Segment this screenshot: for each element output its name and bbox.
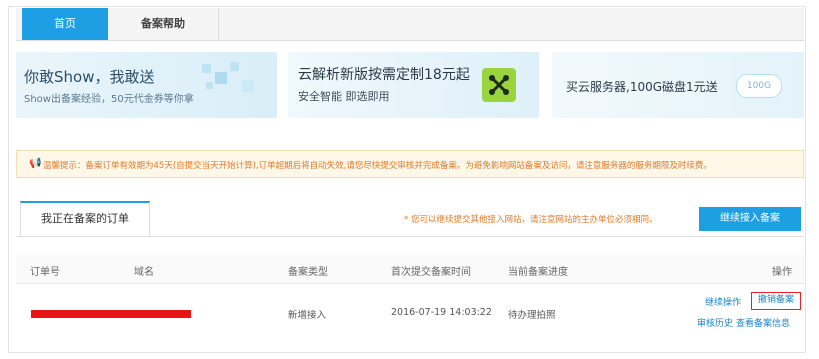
review-history-link[interactable]: 审核历史 <box>697 316 733 329</box>
continue-filing-button[interactable]: 继续接入备案 <box>699 207 801 231</box>
notice-text: 温馨提示：备案订单有效期为45天(自提交当天开始计算),订单超期后将自动失效,请… <box>43 161 712 171</box>
orders-tip: * 您可以继续提交其他接入网站，请注意网站的主办单位必须相同。 <box>404 215 658 225</box>
column-header: 订单号 <box>30 267 60 278</box>
banner-title: 你敢Show，我敢送 <box>24 68 155 86</box>
top-tab-bar: 首页 备案帮助 <box>16 8 804 41</box>
megaphone-icon: 📢 <box>29 158 42 169</box>
column-header: 首次提交备案时间 <box>391 267 471 278</box>
column-header: 域名 <box>134 267 154 278</box>
view-filing-info-link[interactable]: 查看备案信息 <box>736 316 790 329</box>
promo-banner-dns[interactable]: 云解析新版按需定制18元起 安全智能 即选即用 <box>288 52 539 118</box>
tab-my-orders[interactable]: 我正在备案的订单 <box>20 201 150 237</box>
banner-subtitle: 安全智能 即选即用 <box>298 90 390 103</box>
table-row: 新增接入 2016-07-19 14:03:22 待办理拍照 继续操作 撤销备案… <box>16 284 804 340</box>
banner-title: 买云服务器,100G磁盘1元送 <box>566 80 718 94</box>
column-header: 操作 <box>772 267 792 278</box>
submit-time: 2016-07-19 14:03:22 <box>391 307 492 318</box>
warm-notice: 📢 温馨提示：备案订单有效期为45天(自提交当天开始计算),订单超期后将自动失效… <box>16 150 804 178</box>
dns-network-icon <box>482 68 516 102</box>
continue-operation-link[interactable]: 继续操作 <box>705 295 741 308</box>
column-header: 备案类型 <box>288 267 328 278</box>
decor-square <box>202 64 211 73</box>
table-header: 订单号 域名 备案类型 首次提交备案时间 当前备案进度 操作 <box>16 255 804 284</box>
tab-help[interactable]: 备案帮助 <box>108 8 219 40</box>
decor-square <box>230 62 239 71</box>
column-header: 当前备案进度 <box>508 267 568 278</box>
divider <box>16 236 804 237</box>
tab-home[interactable]: 首页 <box>22 8 108 40</box>
decor-square <box>206 82 213 89</box>
promo-banner-show[interactable]: 你敢Show，我敢送 Show出备案经验，50元代金券等你拿 <box>16 52 277 118</box>
promo-banner-server[interactable]: 买云服务器,100G磁盘1元送 100G <box>552 52 804 118</box>
disk-tag: 100G <box>736 74 782 98</box>
redacted-order-number <box>31 310 191 318</box>
decor-square <box>215 72 227 84</box>
progress-status: 待办理拍照 <box>508 310 556 321</box>
decor-square <box>242 80 254 92</box>
banner-title: 云解析新版按需定制18元起 <box>298 67 470 83</box>
banner-subtitle: Show出备案经验，50元代金券等你拿 <box>24 94 194 105</box>
filing-type: 新增接入 <box>288 310 327 321</box>
cancel-filing-link[interactable]: 撤销备案 <box>751 292 801 310</box>
